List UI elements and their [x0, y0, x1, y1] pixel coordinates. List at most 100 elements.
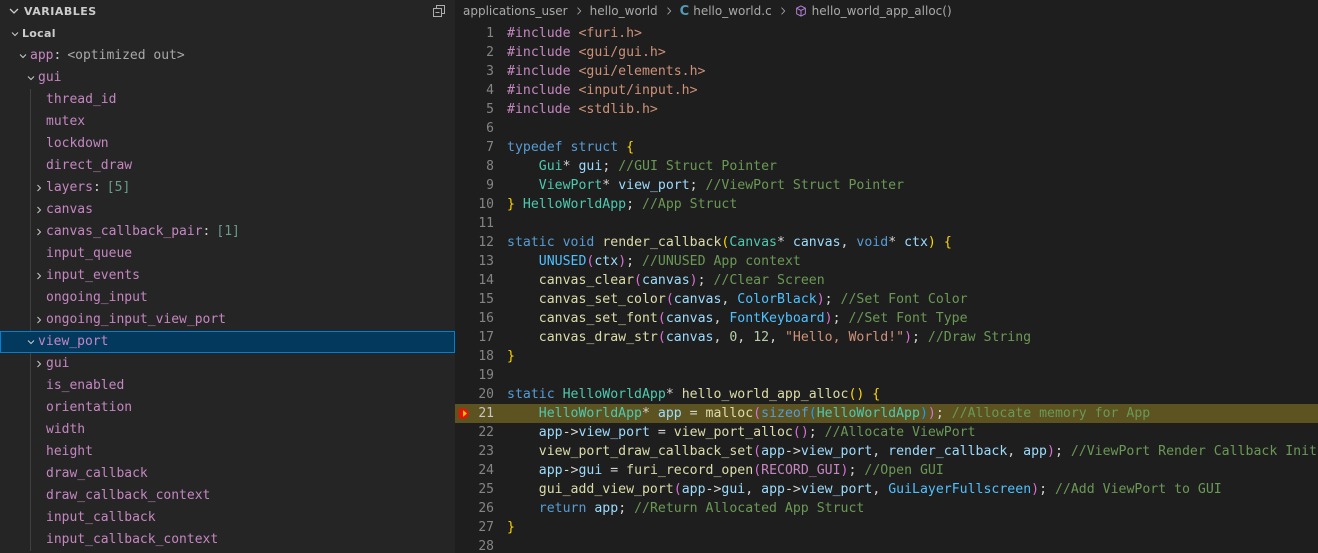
breadcrumb-item[interactable]: applications_user — [463, 4, 568, 18]
code-line[interactable]: 17 canvas_draw_str(canvas, 0, 12, "Hello… — [455, 328, 1318, 347]
code-token: //Open GUI — [856, 463, 944, 478]
line-number: 22 — [478, 425, 494, 440]
code-token: 12 — [753, 330, 770, 345]
line-number: 15 — [478, 292, 494, 307]
debug-current-statement-icon[interactable] — [457, 406, 472, 421]
code-line[interactable]: 19 — [455, 366, 1318, 385]
tree-indent-guide — [30, 353, 31, 551]
code-line[interactable]: 8 Gui* gui; //GUI Struct Pointer — [455, 157, 1318, 176]
chevron-right-icon[interactable] — [32, 177, 46, 199]
chevron-right-icon[interactable] — [32, 353, 46, 375]
variables-tree[interactable]: Local app: <optimized out> gui thread_id mute… — [0, 22, 455, 551]
variable-row[interactable]: input_callback — [0, 507, 455, 529]
breadcrumb[interactable]: applications_user hello_world Chello_world… — [455, 0, 1318, 22]
code-line[interactable]: 4 #include <input/input.h> — [455, 81, 1318, 100]
code-line[interactable]: 12 static void render_callback(Canvas* ca… — [455, 233, 1318, 252]
breadcrumb-item[interactable]: hello_world_app_alloc() — [812, 4, 952, 18]
code-line[interactable]: 20 static HelloWorldApp* hello_world_app_… — [455, 385, 1318, 404]
code-line[interactable]: 7 typedef struct { — [455, 138, 1318, 157]
variable-row[interactable]: width — [0, 419, 455, 441]
code-token: //Allocate memory for App — [943, 406, 1151, 421]
variable-row[interactable]: mutex — [0, 111, 455, 133]
code-line-current[interactable]: 21 HelloWorldApp* app = malloc(sizeof(He… — [455, 404, 1318, 423]
variables-panel-header[interactable]: VARIABLES — [0, 0, 455, 22]
variable-row[interactable]: height — [0, 441, 455, 463]
variable-row[interactable]: input_events — [0, 265, 455, 287]
code-line[interactable]: 6 — [455, 119, 1318, 138]
code-line[interactable]: 15 canvas_set_color(canvas, ColorBlack);… — [455, 290, 1318, 309]
code-line-text: #include <gui/elements.h> — [507, 62, 1318, 81]
code-line-text: HelloWorldApp* app = malloc(sizeof(Hello… — [507, 404, 1318, 423]
breadcrumb-item[interactable]: hello_world — [590, 4, 658, 18]
variable-row[interactable]: gui — [0, 67, 455, 89]
code-token: ; — [1054, 444, 1063, 459]
code-token: canvas — [792, 235, 841, 250]
code-token: ; — [1039, 482, 1048, 497]
variable-row[interactable]: input_callback_context — [0, 529, 455, 551]
variable-row[interactable]: input_queue — [0, 243, 455, 265]
line-number: 5 — [486, 102, 494, 117]
chevron-down-icon[interactable] — [6, 3, 22, 19]
code-line[interactable]: 1 #include <furi.h> — [455, 24, 1318, 43]
variable-row[interactable]: ongoing_input_view_port — [0, 309, 455, 331]
code-token: , — [737, 330, 754, 345]
variable-row-selected[interactable]: view_port — [0, 331, 455, 353]
chevron-down-icon[interactable] — [24, 331, 38, 353]
code-line-text: } — [507, 518, 1318, 537]
variable-row[interactable]: ongoing_input — [0, 287, 455, 309]
breadcrumb-separator-icon — [777, 5, 789, 17]
code-line[interactable]: 11 — [455, 214, 1318, 233]
code-line[interactable]: 13 UNUSED(ctx); //UNUSED App context — [455, 252, 1318, 271]
variable-row[interactable]: thread_id — [0, 89, 455, 111]
chevron-down-icon[interactable] — [24, 67, 38, 89]
variable-row[interactable]: gui — [0, 353, 455, 375]
chevron-right-icon[interactable] — [32, 221, 46, 243]
code-line[interactable]: 9 ViewPort* view_port; //ViewPort Struct… — [455, 176, 1318, 195]
chevron-down-icon[interactable] — [8, 23, 22, 45]
variable-row[interactable]: layers: [5] — [0, 177, 455, 199]
chevron-down-icon[interactable] — [16, 45, 30, 67]
code-line[interactable]: 5 #include <stdlib.h> — [455, 100, 1318, 119]
code-line[interactable]: 18} — [455, 347, 1318, 366]
variable-row[interactable]: app: <optimized out> — [0, 45, 455, 67]
code-token: * — [777, 235, 793, 250]
chevron-right-icon[interactable] — [32, 309, 46, 331]
code-line-text: } — [507, 347, 1318, 366]
variable-row[interactable]: orientation — [0, 397, 455, 419]
chevron-right-icon[interactable] — [32, 199, 46, 221]
chevron-right-icon[interactable] — [32, 265, 46, 287]
variable-row[interactable]: draw_callback — [0, 463, 455, 485]
code-line[interactable]: 3 #include <gui/elements.h> — [455, 62, 1318, 81]
code-line[interactable]: 26 return app; //Return Allocated App St… — [455, 499, 1318, 518]
vscode-debug-window: VARIABLES Local app: <optimized out> gui thr… — [0, 0, 1318, 553]
variable-row[interactable]: canvas_callback_pair: [1] — [0, 221, 455, 243]
code-line[interactable]: 27} — [455, 518, 1318, 537]
variable-row[interactable]: canvas — [0, 199, 455, 221]
variable-row[interactable]: direct_draw — [0, 155, 455, 177]
code-line[interactable]: 25 gui_add_view_port(app->gui, app->view… — [455, 480, 1318, 499]
code-token: app — [681, 482, 706, 497]
code-line[interactable]: 16 canvas_set_font(canvas, FontKeyboard)… — [455, 309, 1318, 328]
code-token: { — [943, 235, 952, 250]
variable-row[interactable]: lockdown — [0, 133, 455, 155]
variable-row[interactable]: draw_callback_context — [0, 485, 455, 507]
code-line[interactable]: 14 canvas_clear(canvas); //Clear Screen — [455, 271, 1318, 290]
code-token: ; — [824, 292, 833, 307]
code-area[interactable]: 1 #include <furi.h> 2 #include <gui/gui.h> 3… — [455, 22, 1318, 553]
code-token: app — [1023, 444, 1047, 459]
code-line-text: view_port_draw_callback_set(app->view_po… — [507, 442, 1318, 461]
variable-name: canvas — [46, 202, 93, 217]
code-line[interactable]: 28 — [455, 537, 1318, 553]
code-line[interactable]: 22 app->view_port = view_port_alloc(); /… — [455, 423, 1318, 442]
code-line[interactable]: 24 app->gui = furi_record_open(RECORD_GU… — [455, 461, 1318, 480]
variable-name: draw_callback_context — [46, 488, 211, 503]
variable-row[interactable]: Local — [0, 23, 455, 45]
code-token: , — [713, 330, 730, 345]
variable-row[interactable]: is_enabled — [0, 375, 455, 397]
breadcrumb-item[interactable]: hello_world.c — [693, 4, 771, 18]
collapse-all-icon[interactable] — [431, 3, 447, 19]
code-line[interactable]: 23 view_port_draw_callback_set(app->view… — [455, 442, 1318, 461]
code-token: canvas_set_color — [538, 292, 666, 307]
code-line[interactable]: 10} HelloWorldApp; //App Struct — [455, 195, 1318, 214]
code-line[interactable]: 2 #include <gui/gui.h> — [455, 43, 1318, 62]
